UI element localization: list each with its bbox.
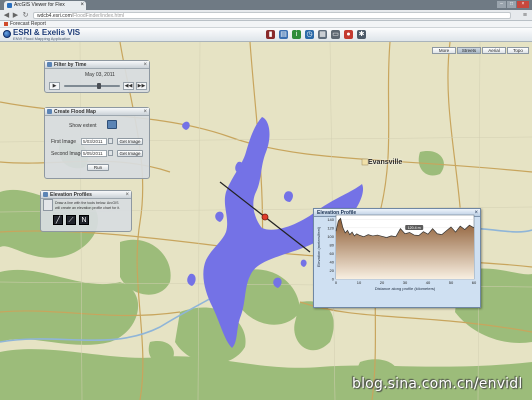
clock-icon	[47, 62, 52, 67]
x-tick-label: 30	[403, 280, 408, 285]
elevation-chart[interactable]: 0204060801001201400 10 20 30 40 50 60120.4 mDi…	[314, 209, 480, 299]
app-subtitle: ENVI Flood Mapping Application	[13, 36, 71, 41]
book-icon[interactable]: ▮	[266, 30, 275, 39]
draw-tools: ╱ ⟋ N	[53, 215, 89, 225]
freehand-tool-icon[interactable]: N	[79, 215, 89, 225]
clock-icon[interactable]: ◷	[305, 30, 314, 39]
globe-icon	[3, 30, 11, 38]
x-tick-label: 20	[380, 280, 385, 285]
window-controls: – □ ×	[497, 1, 529, 8]
show-extent-label: Show extent	[69, 123, 97, 129]
address-toolbar: ◀ ▶ ↻ wdcb4.esri.com/FloodFinder/index.h…	[0, 10, 532, 21]
browser-tab-bar: ArcGIS Viewer for Flex × – □ ×	[0, 0, 532, 10]
y-tick-label: 140	[327, 217, 334, 222]
play-button[interactable]: ▶	[49, 82, 60, 90]
profile-marker[interactable]	[261, 213, 269, 221]
basemap-more-button[interactable]: More	[432, 47, 456, 54]
elevation-profiles-panel: Elevation Profiles × Draw a line with th…	[40, 190, 132, 232]
y-axis-label: Elevation (meters/feet)	[316, 226, 321, 267]
panel-close-icon[interactable]: ×	[143, 61, 147, 69]
y-tick-label: 100	[327, 234, 334, 239]
basemap-aerial-button[interactable]: Aerial	[482, 47, 506, 54]
first-image-field[interactable]: 5/03/2011	[81, 138, 107, 145]
x-tick-label: 0	[335, 280, 338, 285]
filter-by-time-title: Filter by Time	[54, 62, 87, 68]
first-image-label: First Image	[51, 139, 77, 145]
bookmark-icon	[4, 21, 8, 26]
print-icon[interactable]: ▭	[331, 30, 340, 39]
create-flood-map-header: Create Flood Map ×	[45, 108, 149, 116]
filter-by-time-panel: Filter by Time × May 03, 2011 ▶ ◀◀ ▶▶	[44, 60, 150, 93]
bookmark-forecast-report[interactable]: Forecast Report	[10, 21, 46, 27]
map-view[interactable]: Evansville More Streets Aerial Topo Filter …	[0, 42, 532, 400]
elevation-note-line2: will create an elevation profile chart f…	[55, 206, 121, 210]
minimize-button[interactable]: –	[497, 1, 506, 8]
second-image-label: Second Image	[51, 151, 84, 157]
x-tick-label: 60	[472, 280, 477, 285]
url-host: wdcb4.esri.com	[37, 13, 72, 19]
filter-by-time-header: Filter by Time ×	[45, 61, 149, 69]
time-slider-knob[interactable]	[96, 83, 101, 89]
x-axis-label: Distance along profile (kilometers)	[375, 286, 436, 291]
polyline-tool-icon[interactable]: ⟋	[66, 215, 76, 225]
second-image-field[interactable]: 5/05/2011	[81, 150, 107, 157]
y-tick-label: 60	[330, 251, 335, 256]
basemap-topo-button[interactable]: Topo	[507, 47, 529, 54]
watermark: blog.sina.com.cn/envidl	[352, 376, 523, 392]
elevation-profiles-title: Elevation Profiles	[50, 192, 92, 198]
x-tick-label: 50	[449, 280, 454, 285]
layers-icon[interactable]: ▤	[279, 30, 288, 39]
y-tick-label: 120	[327, 225, 334, 230]
back-icon[interactable]: ◀	[3, 12, 10, 19]
elevation-tooltip-label: 120.4 m	[408, 226, 421, 230]
gear-icon[interactable]: ✱	[357, 30, 366, 39]
next-button[interactable]: ▶▶	[136, 82, 147, 90]
flood-icon	[47, 109, 52, 114]
elevation-note-line1: Draw a line with the tools below. ArcGIS	[55, 201, 119, 205]
x-tick-label: 10	[357, 280, 362, 285]
y-tick-label: 20	[330, 268, 335, 273]
time-slider-track[interactable]	[64, 85, 120, 87]
record-icon[interactable]: ●	[344, 30, 353, 39]
previous-button[interactable]: ◀◀	[123, 82, 134, 90]
info-icon[interactable]: i	[292, 30, 301, 39]
url-path: /FloodFinder/index.html	[71, 13, 124, 19]
maximize-button[interactable]: □	[507, 1, 516, 8]
forward-icon[interactable]: ▶	[12, 12, 19, 19]
x-tick-label: 40	[426, 280, 431, 285]
panel-close-icon[interactable]: ×	[143, 108, 147, 116]
browser-tab[interactable]: ArcGIS Viewer for Flex ×	[4, 1, 86, 10]
profile-icon	[43, 192, 48, 197]
panel-close-icon[interactable]: ×	[125, 191, 129, 199]
filter-date: May 03, 2011	[85, 72, 115, 78]
close-window-button[interactable]: ×	[517, 1, 529, 8]
elevation-profile-window: Elevation Profile × 0 20 40 60 80 100 120 140 0 1…	[313, 208, 481, 308]
favicon-icon	[7, 3, 12, 8]
get-second-image-button[interactable]: Get Image	[117, 150, 143, 157]
line-tool-icon[interactable]: ╱	[53, 215, 63, 225]
city-label-evansville: Evansville	[368, 159, 403, 166]
tab-close-icon[interactable]: ×	[80, 1, 84, 10]
get-first-image-button[interactable]: Get Image	[117, 138, 143, 145]
calendar-icon[interactable]	[108, 150, 113, 156]
address-bar[interactable]: wdcb4.esri.com/FloodFinder/index.html	[33, 12, 511, 19]
app-header: ESRI & Exelis VIS ENVI Flood Mapping App…	[0, 28, 532, 42]
profile-tool-icon	[43, 199, 53, 211]
calendar-icon[interactable]	[108, 138, 113, 144]
create-flood-map-panel: Create Flood Map × Show extent First Ima…	[44, 107, 150, 179]
wrench-icon[interactable]: ≡	[523, 12, 527, 19]
browser-tab-title: ArcGIS Viewer for Flex	[14, 2, 65, 8]
chart-icon[interactable]: ▦	[318, 30, 327, 39]
run-button[interactable]: Run	[87, 164, 109, 171]
elevation-profiles-header: Elevation Profiles ×	[41, 191, 131, 199]
create-flood-map-title: Create Flood Map	[54, 109, 96, 115]
show-extent-button[interactable]	[107, 120, 117, 129]
app-toolbar: ▮ ▤ i ◷ ▦ ▭ ● ✱	[266, 30, 366, 39]
y-tick-label: 40	[330, 259, 335, 264]
bookmarks-bar: Forecast Report	[0, 21, 532, 28]
y-tick-label: 80	[330, 242, 335, 247]
basemap-streets-button[interactable]: Streets	[457, 47, 481, 54]
reload-icon[interactable]: ↻	[22, 12, 29, 19]
